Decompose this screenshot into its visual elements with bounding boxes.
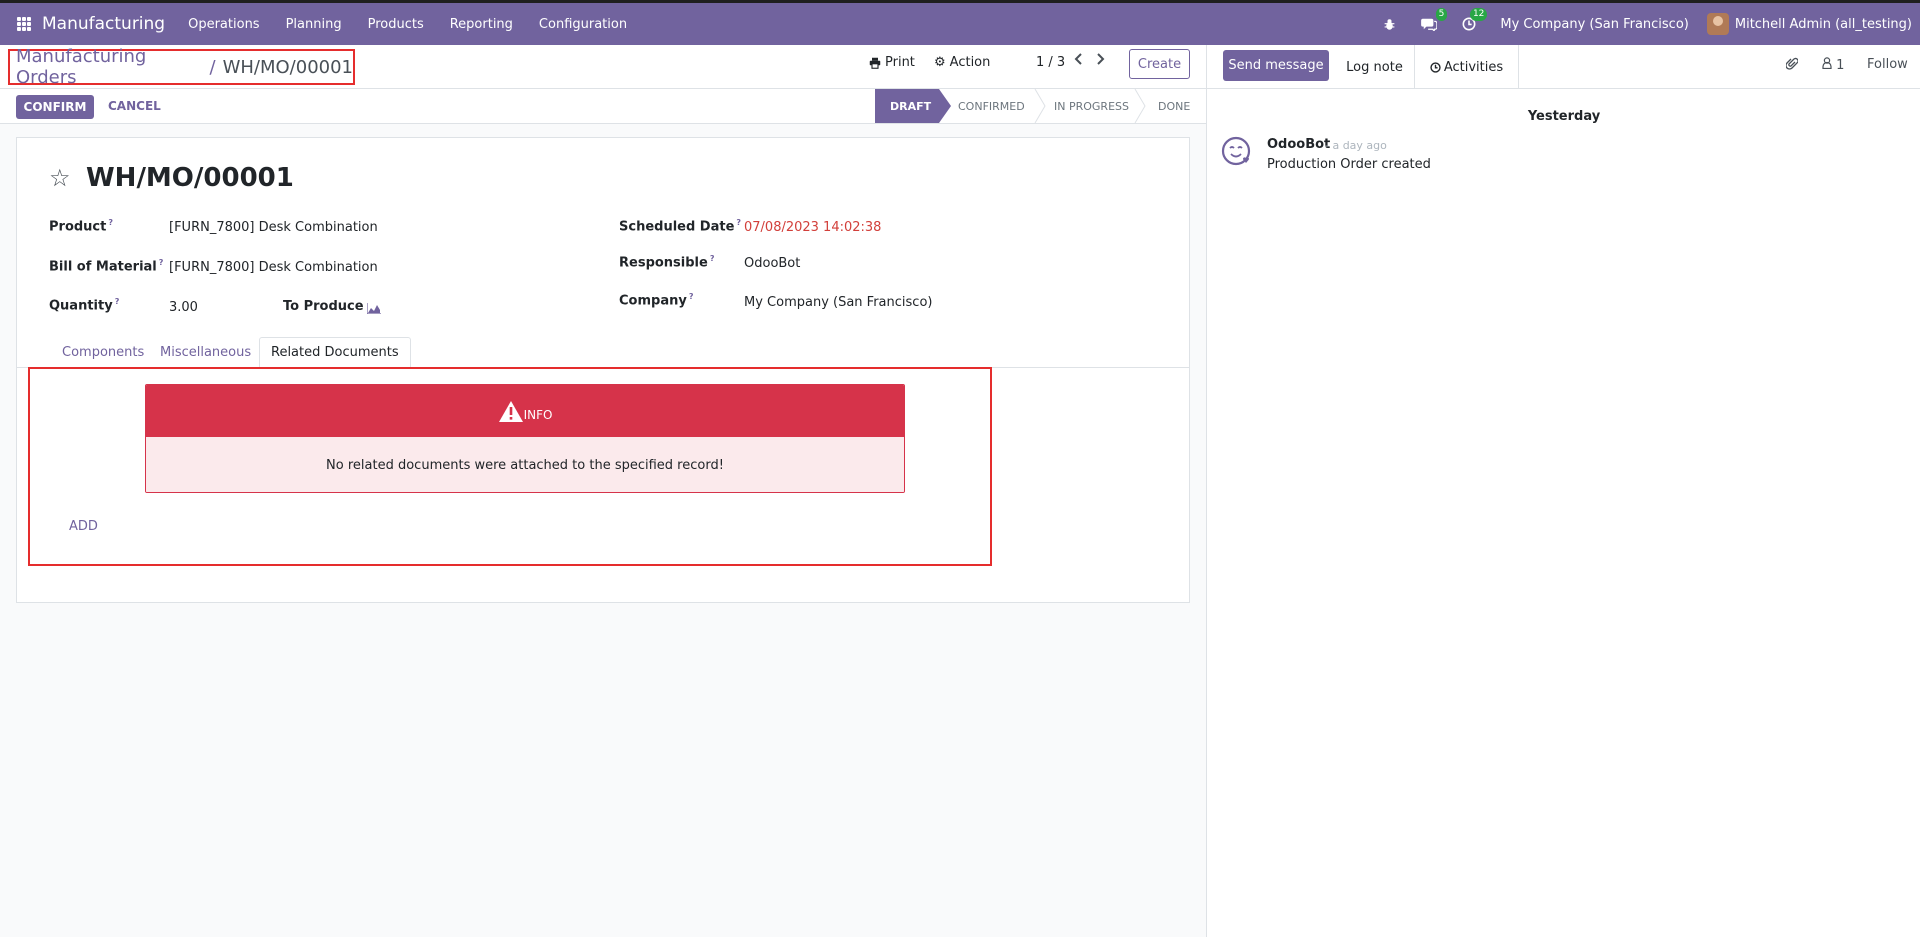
messages-badge: 5 <box>1435 8 1448 21</box>
user-name: Mitchell Admin (all_testing) <box>1734 16 1912 32</box>
user-icon <box>1822 57 1832 70</box>
product-label: Product? <box>49 218 113 235</box>
main-content: Manufacturing Orders / WH/MO/00001 Print… <box>0 45 1206 937</box>
chatter-topbar: Send message Log note Activities 1 Follo… <box>1207 45 1920 89</box>
info-alert: INFO No related documents were attached … <box>145 384 905 493</box>
info-alert-message: No related documents were attached to th… <box>146 437 904 492</box>
info-alert-title: INFO <box>523 408 553 422</box>
stage-done[interactable]: DONE <box>1142 89 1206 123</box>
tab-related-documents[interactable]: Related Documents <box>259 337 411 368</box>
record-title: WH/MO/00001 <box>86 163 294 193</box>
create-button[interactable]: Create <box>1129 49 1190 79</box>
send-message-button[interactable]: Send message <box>1223 50 1329 81</box>
followers-button[interactable]: 1 <box>1822 57 1844 73</box>
user-menu[interactable]: Mitchell Admin (all_testing) <box>1706 13 1912 35</box>
activities-button[interactable]: Activities <box>1415 45 1519 89</box>
pager-value[interactable]: 1 / 3 <box>1036 55 1065 70</box>
menu-products[interactable]: Products <box>368 17 424 32</box>
quantity-field[interactable]: 3.00 <box>169 300 198 315</box>
gear-icon: ⚙ <box>934 55 946 70</box>
print-button[interactable]: Print <box>869 55 915 70</box>
debug-bug-icon[interactable] <box>1380 15 1398 33</box>
related-documents-panel: INFO No related documents were attached … <box>28 367 992 566</box>
action-button[interactable]: ⚙ Action <box>934 55 990 70</box>
odoobot-avatar-icon <box>1221 136 1251 166</box>
activities-badge: 12 <box>1469 8 1488 21</box>
cancel-button[interactable]: CANCEL <box>108 99 161 113</box>
chatter-panel: Send message Log note Activities 1 Follo… <box>1206 45 1920 937</box>
company-switcher[interactable]: My Company (San Francisco) <box>1500 17 1688 32</box>
breadcrumb-parent-link[interactable]: Manufacturing Orders <box>16 46 203 88</box>
breadcrumb-current: WH/MO/00001 <box>222 56 353 78</box>
menu-planning[interactable]: Planning <box>286 17 342 32</box>
clock-icon <box>1430 61 1441 73</box>
log-note-button[interactable]: Log note <box>1335 45 1415 89</box>
tab-components[interactable]: Components <box>51 337 155 368</box>
confirm-button[interactable]: CONFIRM <box>16 95 94 119</box>
print-icon <box>869 57 881 69</box>
stage-confirmed[interactable]: CONFIRMED <box>948 89 1042 123</box>
status-action-bar: CONFIRM CANCEL DRAFT CONFIRMED IN PROGRE… <box>0 89 1206 124</box>
control-panel: Manufacturing Orders / WH/MO/00001 Print… <box>0 45 1206 89</box>
stage-draft[interactable]: DRAFT <box>875 89 951 123</box>
message-time: - a day ago <box>1325 139 1387 152</box>
form-sheet: ☆ WH/MO/00001 Product? [FURN_7800] Desk … <box>16 137 1190 603</box>
tab-miscellaneous[interactable]: Miscellaneous <box>149 337 262 368</box>
pager-next-icon[interactable] <box>1096 53 1105 69</box>
menu-reporting[interactable]: Reporting <box>450 17 513 32</box>
menu-operations[interactable]: Operations <box>188 17 259 32</box>
top-navbar: Manufacturing Operations Planning Produc… <box>0 0 1920 45</box>
bom-field[interactable]: [FURN_7800] Desk Combination <box>169 260 378 275</box>
pager-previous-icon[interactable] <box>1074 53 1083 69</box>
menu-configuration[interactable]: Configuration <box>539 17 627 32</box>
add-document-button[interactable]: ADD <box>69 519 98 534</box>
info-alert-header: INFO <box>146 385 904 437</box>
forecast-chart-icon[interactable] <box>367 303 381 314</box>
apps-menu-icon[interactable] <box>17 17 31 31</box>
breadcrumb-separator: / <box>209 56 216 78</box>
responsible-label: Responsible? <box>619 254 715 271</box>
attachment-paperclip-icon[interactable] <box>1785 57 1799 75</box>
print-label: Print <box>885 55 915 70</box>
to-produce-label: To Produce <box>283 299 364 314</box>
scheduled-date-field[interactable]: 07/08/2023 14:02:38 <box>744 220 881 235</box>
action-label: Action <box>949 55 991 70</box>
warning-icon <box>498 400 523 422</box>
follow-button[interactable]: Follow <box>1867 57 1908 72</box>
notebook-tabs: Components Miscellaneous Related Documen… <box>17 332 1189 368</box>
date-separator: Yesterday <box>1527 109 1601 124</box>
scheduled-date-label: Scheduled Date? <box>619 218 742 235</box>
breadcrumb: Manufacturing Orders / WH/MO/00001 <box>8 46 355 88</box>
company-label: Company? <box>619 292 694 309</box>
quantity-label: Quantity? <box>49 297 120 314</box>
message-author[interactable]: OdooBot <box>1267 137 1330 152</box>
navbar-systray: 5 12 My Company (San Francisco) Mitchell… <box>1380 3 1920 45</box>
stage-in-progress[interactable]: IN PROGRESS <box>1042 89 1148 123</box>
star-icon[interactable]: ☆ <box>49 164 71 192</box>
messages-icon[interactable]: 5 <box>1420 8 1448 33</box>
avatar <box>1706 13 1729 35</box>
followers-count: 1 <box>1836 58 1845 73</box>
activities-label: Activities <box>1443 59 1504 75</box>
bom-label: Bill of Material? <box>49 258 164 275</box>
activities-clock-icon[interactable]: 12 <box>1460 8 1488 33</box>
message-body: Production Order created <box>1267 157 1431 172</box>
product-field[interactable]: [FURN_7800] Desk Combination <box>169 220 378 235</box>
app-brand[interactable]: Manufacturing <box>42 14 165 34</box>
company-field[interactable]: My Company (San Francisco) <box>744 295 932 310</box>
responsible-field[interactable]: OdooBot <box>744 256 800 271</box>
